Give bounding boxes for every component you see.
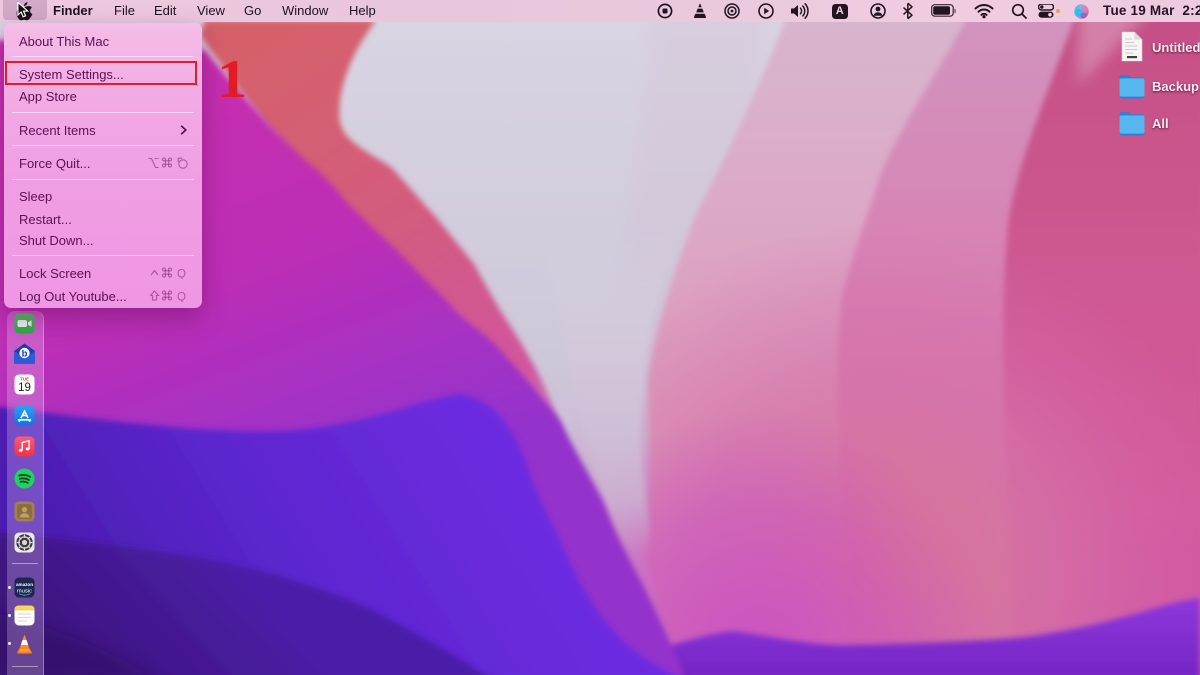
svg-text:amazon: amazon: [16, 582, 33, 587]
svg-text:19: 19: [18, 382, 31, 394]
svg-text:b: b: [22, 349, 28, 360]
svg-text:TUE: TUE: [20, 377, 29, 382]
svg-text:Q: Q: [177, 269, 186, 280]
svg-text:Q: Q: [177, 292, 186, 303]
